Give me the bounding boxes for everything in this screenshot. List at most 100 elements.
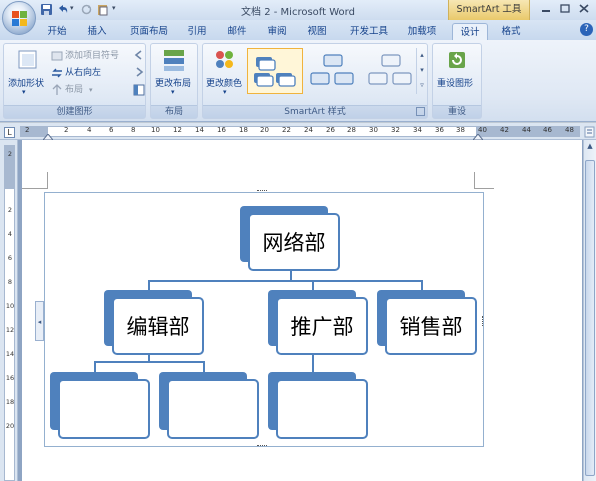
help-icon[interactable]: ? bbox=[580, 23, 593, 36]
ruler-tick: 10 bbox=[151, 126, 160, 134]
vruler-tick: 10 bbox=[5, 302, 15, 310]
ruler-tick: 34 bbox=[413, 126, 422, 134]
frame-handle-top[interactable] bbox=[257, 190, 267, 193]
crop-mark bbox=[22, 188, 48, 189]
ruler-tick: 44 bbox=[522, 126, 531, 134]
scroll-thumb[interactable] bbox=[585, 160, 595, 476]
vruler-tick: 12 bbox=[5, 326, 15, 334]
style-thumbnail-3[interactable] bbox=[363, 48, 419, 94]
demote-icon[interactable] bbox=[134, 67, 144, 77]
tab-design[interactable]: 设计 bbox=[452, 23, 488, 40]
node-root[interactable]: 网络部 bbox=[248, 213, 340, 271]
minimize-icon[interactable] bbox=[537, 2, 555, 15]
crop-mark bbox=[474, 172, 475, 189]
office-button[interactable] bbox=[2, 1, 36, 35]
change-colors-dropdown-icon[interactable]: ▾ bbox=[223, 88, 227, 96]
vertical-scrollbar[interactable]: ▲ bbox=[583, 140, 596, 481]
ruler-tick: 38 bbox=[456, 126, 465, 134]
styles-dialog-launcher[interactable] bbox=[416, 107, 425, 116]
vruler-tick: 20 bbox=[5, 422, 15, 430]
frame-handle-right[interactable] bbox=[482, 316, 485, 326]
change-layout-dropdown-icon[interactable]: ▾ bbox=[171, 88, 175, 96]
ruler-tick: 24 bbox=[304, 126, 313, 134]
reset-graphic-button[interactable]: 重设图形 bbox=[437, 76, 473, 89]
vruler-tick: 8 bbox=[7, 278, 13, 286]
ruler-tick: 30 bbox=[369, 126, 378, 134]
vruler-tick: 4 bbox=[7, 230, 13, 238]
style-preview-2-icon bbox=[310, 54, 354, 85]
ruler-tick: 20 bbox=[260, 126, 269, 134]
vruler-tick: 2 bbox=[7, 150, 13, 158]
style-thumbnail-1[interactable] bbox=[247, 48, 303, 94]
ruler-tick: 18 bbox=[239, 126, 248, 134]
tab-add-ins[interactable]: 加载项 bbox=[402, 23, 442, 40]
smartart-tools-label: SmartArt 工具 bbox=[448, 0, 530, 20]
tab-page-layout[interactable]: 页面布局 bbox=[122, 23, 176, 40]
tab-home[interactable]: 开始 bbox=[40, 23, 74, 40]
maximize-icon[interactable] bbox=[556, 2, 574, 15]
tab-selector[interactable]: L bbox=[4, 127, 15, 138]
ruler-tick: 2 bbox=[25, 126, 30, 134]
tab-review[interactable]: 审阅 bbox=[262, 23, 292, 40]
add-shape-icon bbox=[18, 50, 37, 69]
view-ruler-icon[interactable] bbox=[584, 126, 595, 138]
change-layout-icon bbox=[164, 50, 184, 71]
tab-format[interactable]: 格式 bbox=[494, 23, 528, 40]
promote-icon[interactable] bbox=[134, 50, 144, 60]
ruler-tick: 26 bbox=[326, 126, 335, 134]
crop-mark bbox=[474, 188, 494, 189]
tab-view[interactable]: 视图 bbox=[302, 23, 332, 40]
add-bullet-button[interactable]: 添加项目符号 bbox=[65, 49, 119, 63]
node-promotion[interactable]: 推广部 bbox=[276, 297, 368, 355]
ruler-tick: 42 bbox=[500, 126, 509, 134]
text-pane-icon[interactable] bbox=[133, 84, 145, 96]
node-child-empty[interactable] bbox=[58, 379, 150, 439]
reset-graphic-icon bbox=[449, 52, 465, 68]
ruler-tick: 48 bbox=[565, 126, 574, 134]
layout-button[interactable]: 布局 bbox=[65, 83, 83, 97]
layout-icon bbox=[52, 84, 62, 95]
vertical-ruler-scale[interactable] bbox=[4, 145, 15, 481]
add-shape-dropdown-icon[interactable]: ▾ bbox=[22, 88, 26, 96]
node-sales[interactable]: 销售部 bbox=[385, 297, 477, 355]
tab-references[interactable]: 引用 bbox=[182, 23, 212, 40]
ruler-tick: 40 bbox=[478, 126, 487, 134]
group-layouts: 更改布局 ▾ 布局 bbox=[150, 43, 198, 119]
tab-developer[interactable]: 开发工具 bbox=[344, 23, 394, 40]
ruler-tick: 32 bbox=[391, 126, 400, 134]
office-logo-icon bbox=[12, 11, 27, 26]
node-child-empty[interactable] bbox=[276, 379, 368, 439]
vruler-tick: 16 bbox=[5, 374, 15, 382]
ruler-tick: 16 bbox=[217, 126, 226, 134]
group-reset-label: 重设 bbox=[433, 105, 481, 118]
layout-dropdown-icon[interactable]: ▾ bbox=[89, 83, 93, 97]
group-smartart-styles: 更改颜色 ▾ ▴ ▾ ▿ SmartArt 样式 bbox=[202, 43, 428, 119]
style-preview-1-icon bbox=[254, 57, 296, 87]
style-thumbnail-2[interactable] bbox=[305, 48, 361, 94]
vruler-tick: 18 bbox=[5, 398, 15, 406]
tab-mailings[interactable]: 邮件 bbox=[222, 23, 252, 40]
close-icon[interactable] bbox=[575, 2, 593, 15]
group-layouts-label: 布局 bbox=[151, 105, 197, 118]
vruler-tick: 14 bbox=[5, 350, 15, 358]
ruler-tick: 28 bbox=[347, 126, 356, 134]
group-smartart-styles-label: SmartArt 样式 bbox=[203, 105, 427, 118]
add-shape-button[interactable]: 添加形状 bbox=[8, 76, 44, 89]
connector-line bbox=[312, 352, 314, 373]
frame-handle-bottom[interactable] bbox=[257, 445, 267, 448]
vruler-tick: 6 bbox=[7, 254, 13, 262]
tab-insert[interactable]: 插入 bbox=[80, 23, 114, 40]
text-pane-toggle[interactable]: ◂ bbox=[35, 301, 44, 341]
node-child-empty[interactable] bbox=[167, 379, 259, 439]
ruler-tick: 46 bbox=[543, 126, 552, 134]
connector-line bbox=[148, 280, 422, 282]
add-bullet-icon bbox=[51, 51, 63, 61]
crop-mark bbox=[47, 172, 48, 189]
styles-gallery-scroll[interactable]: ▴ ▾ ▿ bbox=[416, 48, 427, 94]
style-preview-3-icon bbox=[368, 54, 412, 85]
right-to-left-button[interactable]: 从右向左 bbox=[65, 66, 101, 80]
node-editing[interactable]: 编辑部 bbox=[112, 297, 204, 355]
ruler-tick: 8 bbox=[131, 126, 136, 134]
scroll-up-icon[interactable]: ▲ bbox=[585, 142, 595, 152]
ruler-tick: 36 bbox=[435, 126, 444, 134]
